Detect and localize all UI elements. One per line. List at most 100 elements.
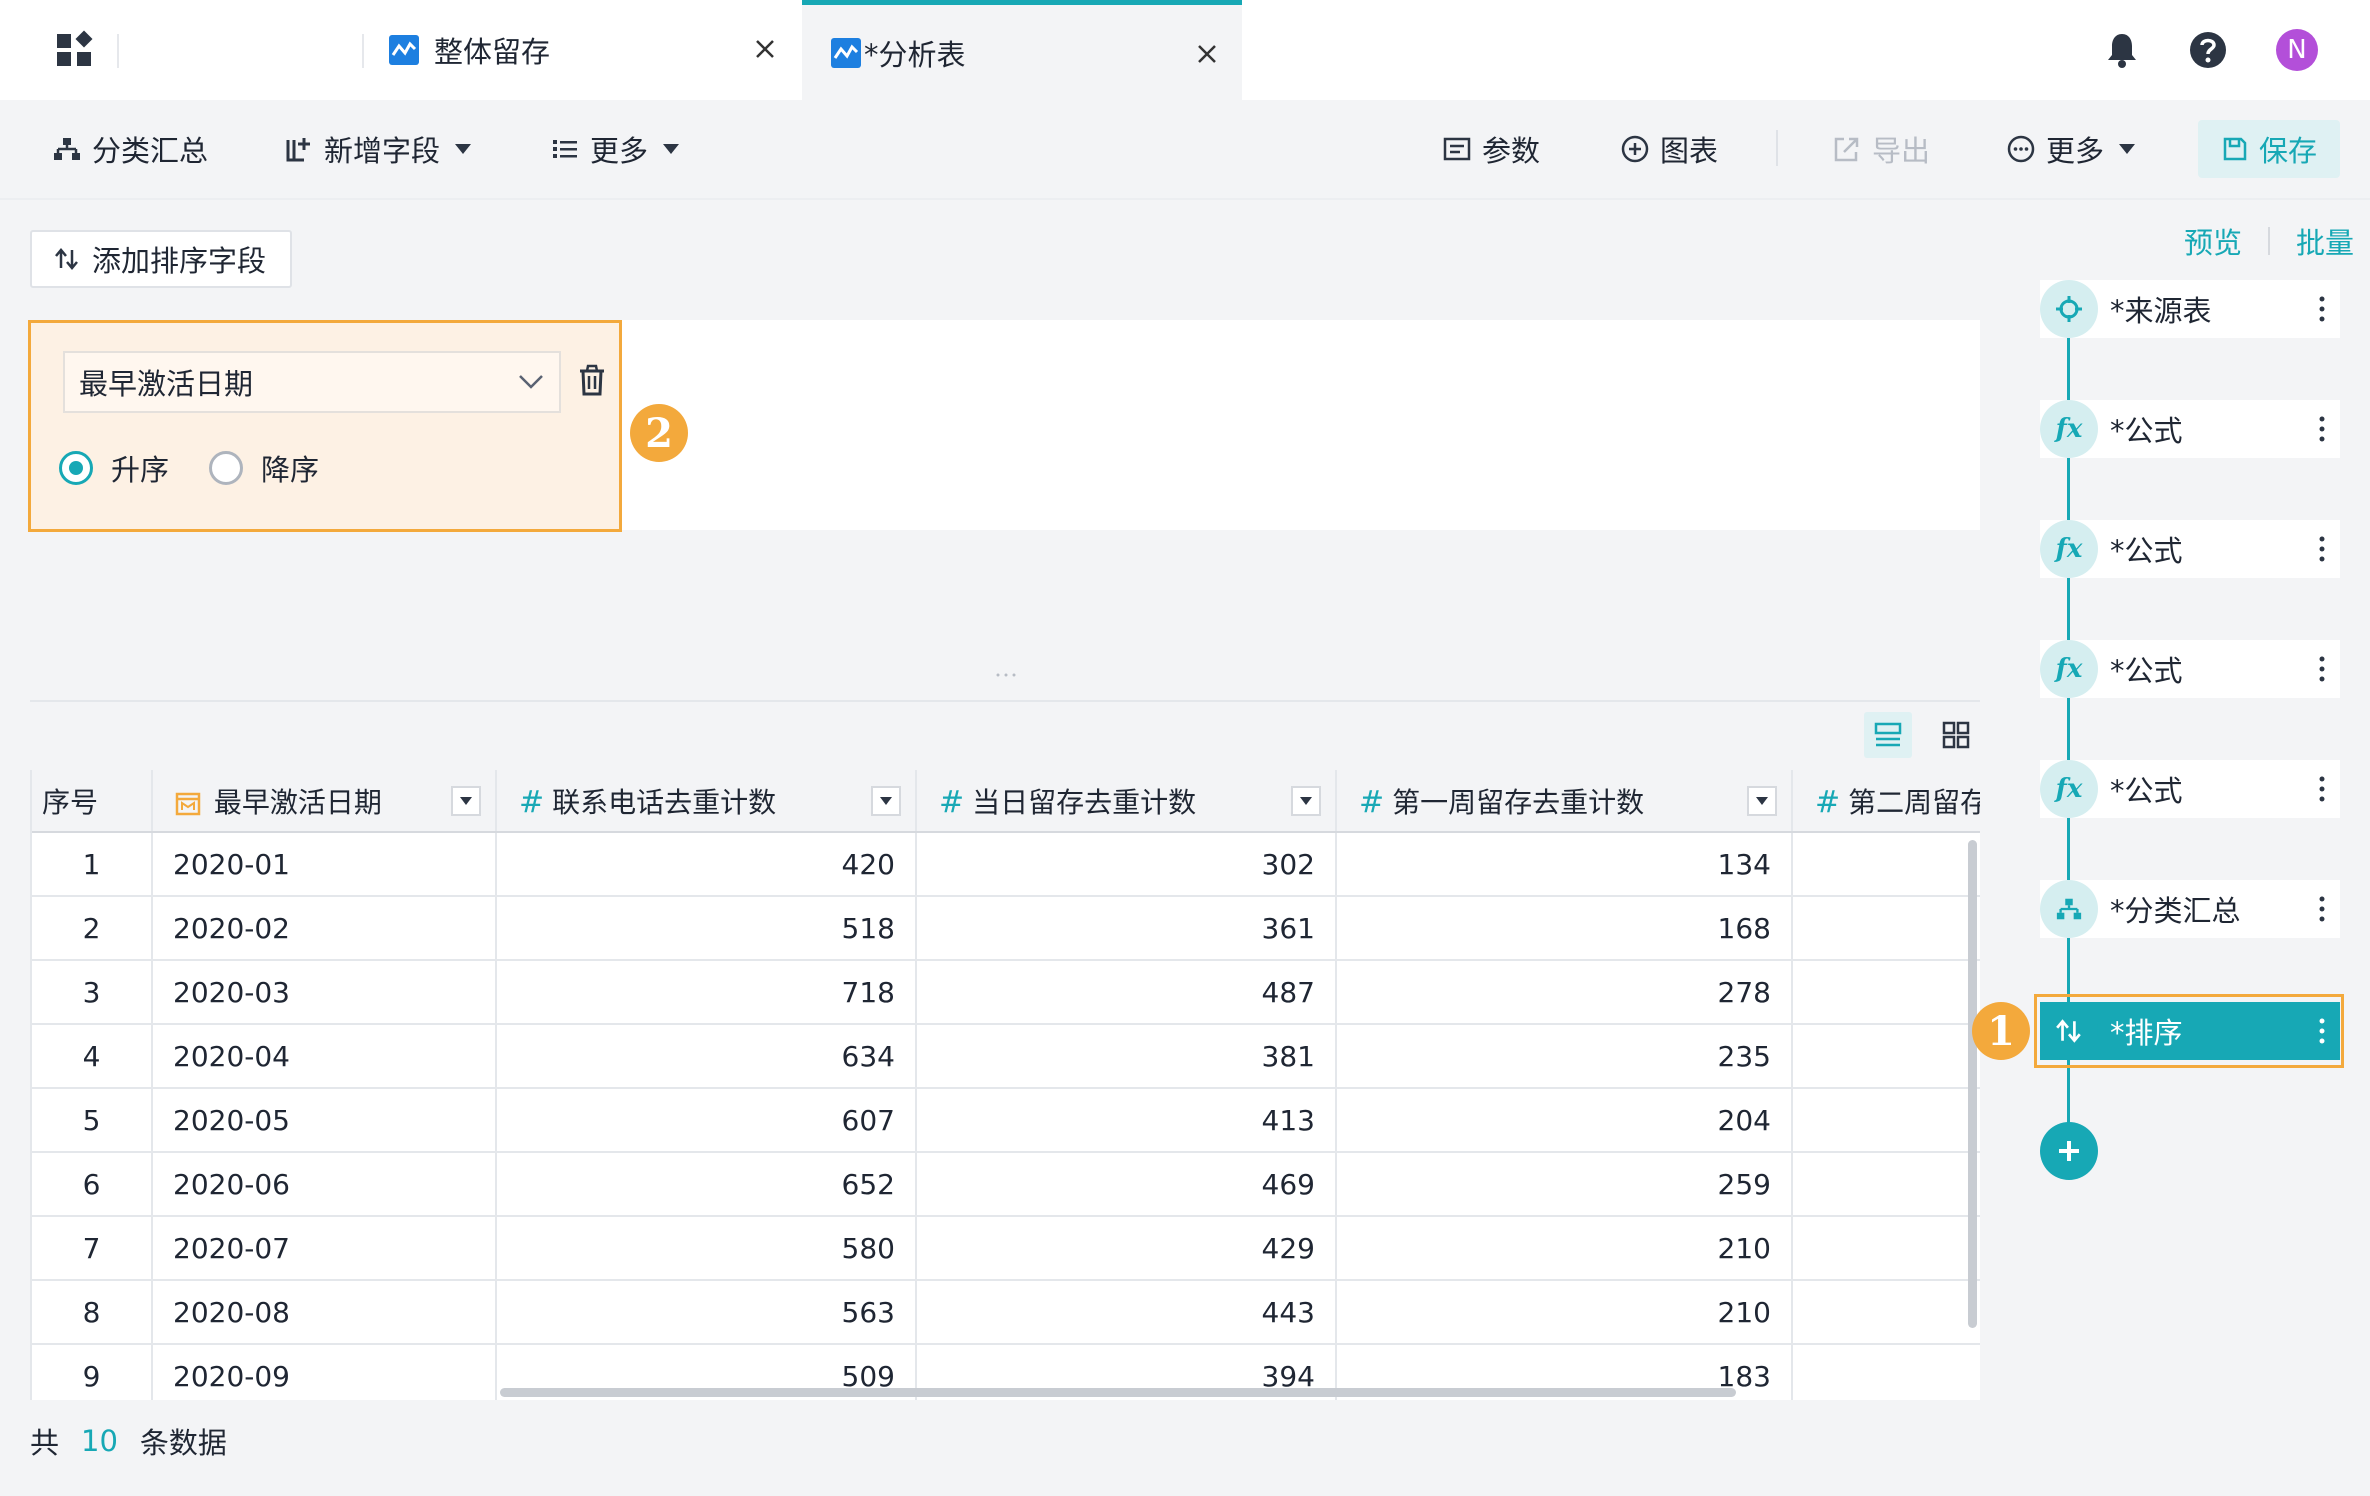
line-chart-icon [831,37,861,68]
flow-node-formula[interactable]: fx *公式 [2040,520,2340,578]
table-row: 1 2020-01 420 302 134 [32,832,1980,897]
column-header-week2-retention[interactable]: # 第二周留存 [1792,770,1980,833]
flow-node-sort[interactable]: *排序 [2040,1002,2340,1060]
more-vertical-icon[interactable] [2318,535,2326,563]
tab-overall-retention[interactable]: 整体留存 [388,0,800,100]
flow-node-label: *排序 [2110,1016,2183,1050]
plus-icon [2059,1141,2079,1161]
export-label: 导出 [1872,134,1931,168]
add-field-label: 新增字段 [324,134,441,168]
table-cell: 607 [496,1088,917,1153]
table-cell: 429 [916,1216,1337,1281]
more-vertical-icon[interactable] [2318,1017,2326,1045]
hierarchy-icon [2040,880,2098,938]
table-cell: 210 [1336,1216,1793,1281]
more-menu-right[interactable]: 更多 [2006,100,2136,198]
chart-button[interactable]: 图表 [1620,100,1718,198]
data-table-container: 序号 最早激活日期 # 联系电话去重计数 # 当日留存去重计数 # 第一周留存去… [30,770,1980,1400]
table-cell [1792,1152,1980,1217]
table-cell [1792,1344,1980,1400]
table-cell: 634 [496,1024,917,1089]
bell-icon[interactable] [2102,30,2142,70]
flow-node-label: *公式 [2110,774,2183,808]
close-icon[interactable] [1194,41,1220,67]
flow-node-formula[interactable]: fx *公式 [2040,400,2340,458]
export-button[interactable]: 导出 [1832,100,1930,198]
add-field-button[interactable]: 新增字段 [284,100,472,198]
add-field-icon [286,138,310,162]
table-cell: 134 [1336,832,1793,897]
crosshair-icon [2040,280,2098,338]
table-cell [1792,1024,1980,1089]
table-row: 4 2020-04 634 381 235 [32,1024,1980,1089]
more-vertical-icon[interactable] [2318,655,2326,683]
app-grid-icon[interactable] [55,30,95,70]
table-cell: 361 [916,896,1337,961]
tab-analysis-table[interactable]: *分析表 [802,0,1242,100]
table-cell: 487 [916,960,1337,1025]
trash-icon[interactable] [577,363,607,397]
horizontal-scrollbar[interactable] [500,1388,1736,1397]
table-cell: 5 [32,1088,153,1153]
table-cell: 718 [496,960,917,1025]
table-cell: 168 [1336,896,1793,961]
column-header-day-retention[interactable]: # 当日留存去重计数 [916,770,1337,833]
more-vertical-icon[interactable] [2318,295,2326,323]
caret-down-icon [2119,144,2136,154]
flow-node-source-table[interactable]: *来源表 [2040,280,2340,338]
caret-down-icon [455,144,472,154]
table-cell: 2020-05 [152,1088,497,1153]
sort-icon [55,248,78,270]
column-header-date[interactable]: 最早激活日期 [152,770,497,833]
table-cell: 9 [32,1344,153,1400]
more-vertical-icon[interactable] [2318,415,2326,443]
table-cell: 2020-09 [152,1344,497,1400]
sort-field-select[interactable]: 最早激活日期 [63,351,561,413]
table-cell [1792,832,1980,897]
fx-icon: fx [2040,640,2098,698]
column-menu-button[interactable] [1747,786,1777,816]
column-header-index[interactable]: 序号 [32,770,153,833]
column-label: 第二周留存 [1848,785,1980,819]
column-menu-button[interactable] [871,786,901,816]
table-cell: 235 [1336,1024,1793,1089]
column-menu-button[interactable] [1291,786,1321,816]
caret-down-icon [1300,797,1312,805]
preview-link[interactable]: 预览 [2184,220,2242,262]
flow-node-formula[interactable]: fx *公式 [2040,760,2340,818]
group-summary-label: 分类汇总 [92,134,209,168]
grid-view-toggle[interactable] [1932,712,1980,758]
list-view-toggle[interactable] [1864,712,1912,758]
data-table: 序号 最早激活日期 # 联系电话去重计数 # 当日留存去重计数 # 第一周留存去… [32,770,1980,1400]
batch-link[interactable]: 批量 [2296,220,2354,262]
row-count-footer: 共 10 条数据 [30,1420,227,1462]
save-icon [2223,137,2247,161]
list-icon [553,140,577,158]
resize-handle-icon[interactable] [994,672,1018,678]
caret-down-icon [880,797,892,805]
radio-descending[interactable] [209,451,244,485]
table-cell: 469 [916,1152,1337,1217]
panel-divider [30,700,1980,702]
close-icon[interactable] [752,36,778,62]
more-vertical-icon[interactable] [2318,775,2326,803]
table-cell [1792,1216,1980,1281]
help-icon[interactable] [2188,30,2228,70]
column-menu-button[interactable] [451,786,481,816]
flow-node-group-summary[interactable]: *分类汇总 [2040,880,2340,938]
add-step-button[interactable] [2040,1122,2098,1180]
flow-node-formula[interactable]: fx *公式 [2040,640,2340,698]
column-header-phone-distinct[interactable]: # 联系电话去重计数 [496,770,917,833]
radio-ascending[interactable] [59,451,93,485]
table-cell: 7 [32,1216,153,1281]
add-sort-field-button[interactable]: 添加排序字段 [30,230,292,288]
column-header-week1-retention[interactable]: # 第一周留存去重计数 [1336,770,1793,833]
group-summary-button[interactable]: 分类汇总 [52,100,208,198]
vertical-scrollbar[interactable] [1968,840,1977,1328]
avatar[interactable]: N [2276,29,2318,71]
save-button[interactable]: 保存 [2198,120,2340,178]
params-icon [1443,137,1471,161]
more-menu-left[interactable]: 更多 [550,100,680,198]
params-button[interactable]: 参数 [1442,100,1540,198]
more-vertical-icon[interactable] [2318,895,2326,923]
